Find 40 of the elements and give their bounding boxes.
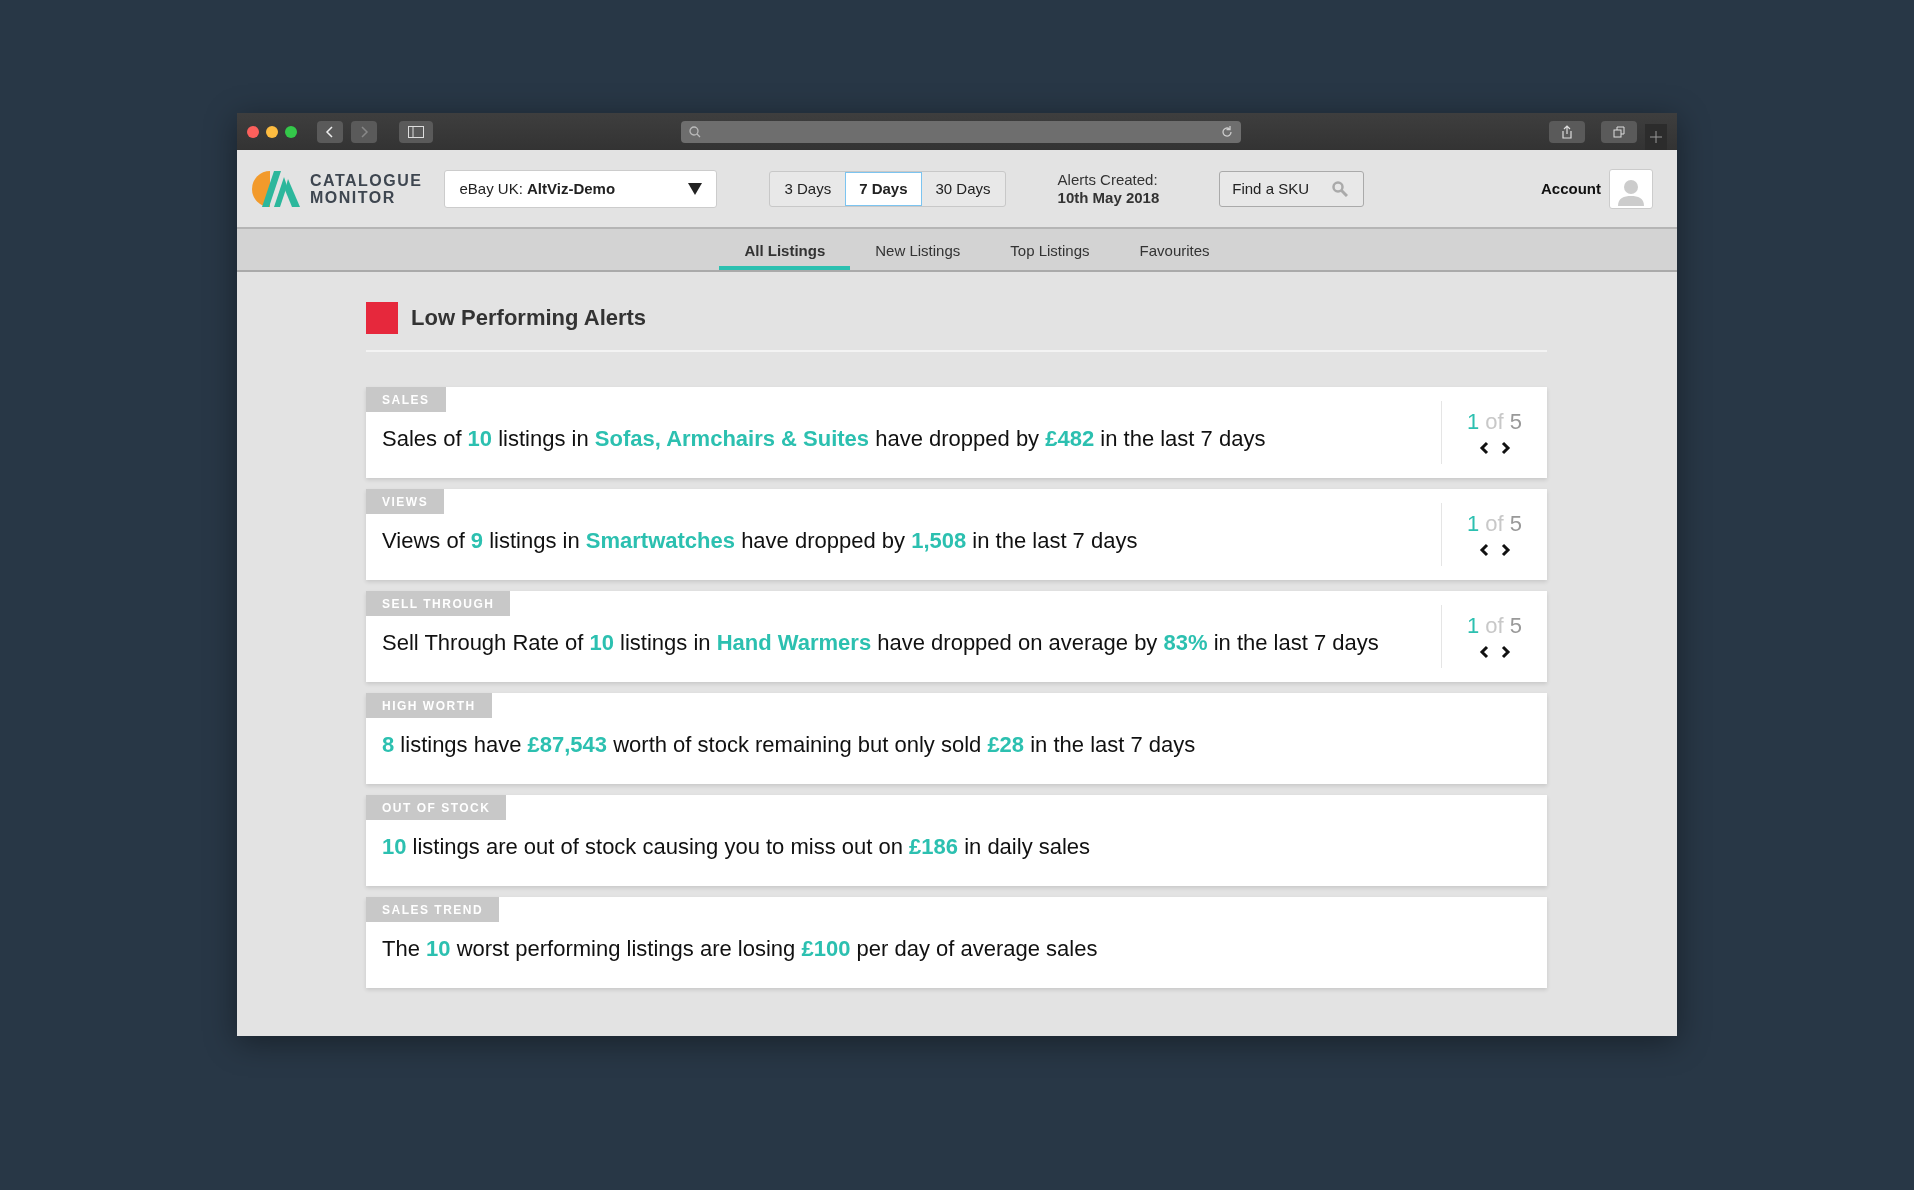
nav-tab[interactable]: Top Listings bbox=[985, 229, 1115, 270]
nav-tab[interactable]: Favourites bbox=[1114, 229, 1235, 270]
close-window-dot[interactable] bbox=[247, 125, 259, 138]
plus-icon bbox=[1650, 131, 1662, 143]
sidebar-button[interactable] bbox=[399, 120, 433, 143]
sidebar-icon bbox=[408, 125, 424, 138]
alert-message: Sales of 10 listings in Sofas, Armchairs & Suites have dropped by £482 in the last 7 days bbox=[381, 425, 1267, 452]
minimize-window-dot[interactable] bbox=[266, 125, 278, 138]
nav-tab[interactable]: All Listings bbox=[719, 229, 851, 270]
chevron-right-icon bbox=[359, 125, 369, 138]
zoom-window-dot[interactable] bbox=[285, 125, 297, 138]
alert-message: Sell Through Rate of 10 listings in Hand Warmers have dropped on average by 83% in the last 7 days bbox=[381, 629, 1380, 656]
forward-button[interactable] bbox=[351, 120, 377, 143]
nav-tab[interactable]: New Listings bbox=[850, 229, 986, 270]
tabs-button[interactable] bbox=[1601, 120, 1637, 143]
alert-message: 8 listings have £87,543 worth of stock remaining but only sold £28 in the last 7 days bbox=[381, 731, 1197, 758]
back-button[interactable] bbox=[317, 120, 343, 143]
share-icon bbox=[1561, 124, 1573, 139]
logo-text: CATALOGUE bbox=[310, 171, 423, 189]
chevron-left-icon bbox=[325, 125, 335, 138]
alerts-created-text: Alerts Created: 10th May 2018 bbox=[1057, 170, 1160, 207]
account-dropdown[interactable]: eBay UK: AltViz-Demo bbox=[444, 169, 718, 208]
period-tab[interactable]: 3 Days bbox=[770, 171, 846, 206]
dropdown-triangle-icon bbox=[688, 182, 703, 195]
tabs-icon bbox=[1613, 125, 1625, 138]
alert-message: 10 listings are out of stock causing you to miss out on £186 in daily sales bbox=[381, 833, 1092, 860]
period-tab[interactable]: 7 Days bbox=[845, 171, 922, 206]
share-button[interactable] bbox=[1549, 120, 1585, 143]
period-tab[interactable]: 30 Days bbox=[921, 171, 1005, 206]
section-title: Low Performing Alerts bbox=[411, 305, 647, 331]
logo-text: MONITOR bbox=[310, 188, 397, 206]
search-icon bbox=[1332, 180, 1349, 197]
alert-message: Views of 9 listings in Smartwatches have dropped by 1,508 in the last 7 days bbox=[381, 527, 1139, 554]
sku-search-field[interactable]: Find a SKU bbox=[1219, 170, 1365, 207]
user-icon bbox=[1618, 177, 1644, 208]
reload-icon[interactable] bbox=[1221, 125, 1233, 138]
alert-marker bbox=[366, 302, 398, 334]
alert-message: The 10 worst performing listings are losing £100 per day of average sales bbox=[381, 935, 1099, 962]
search-icon bbox=[689, 125, 701, 138]
account-link[interactable]: Account bbox=[1541, 180, 1601, 197]
